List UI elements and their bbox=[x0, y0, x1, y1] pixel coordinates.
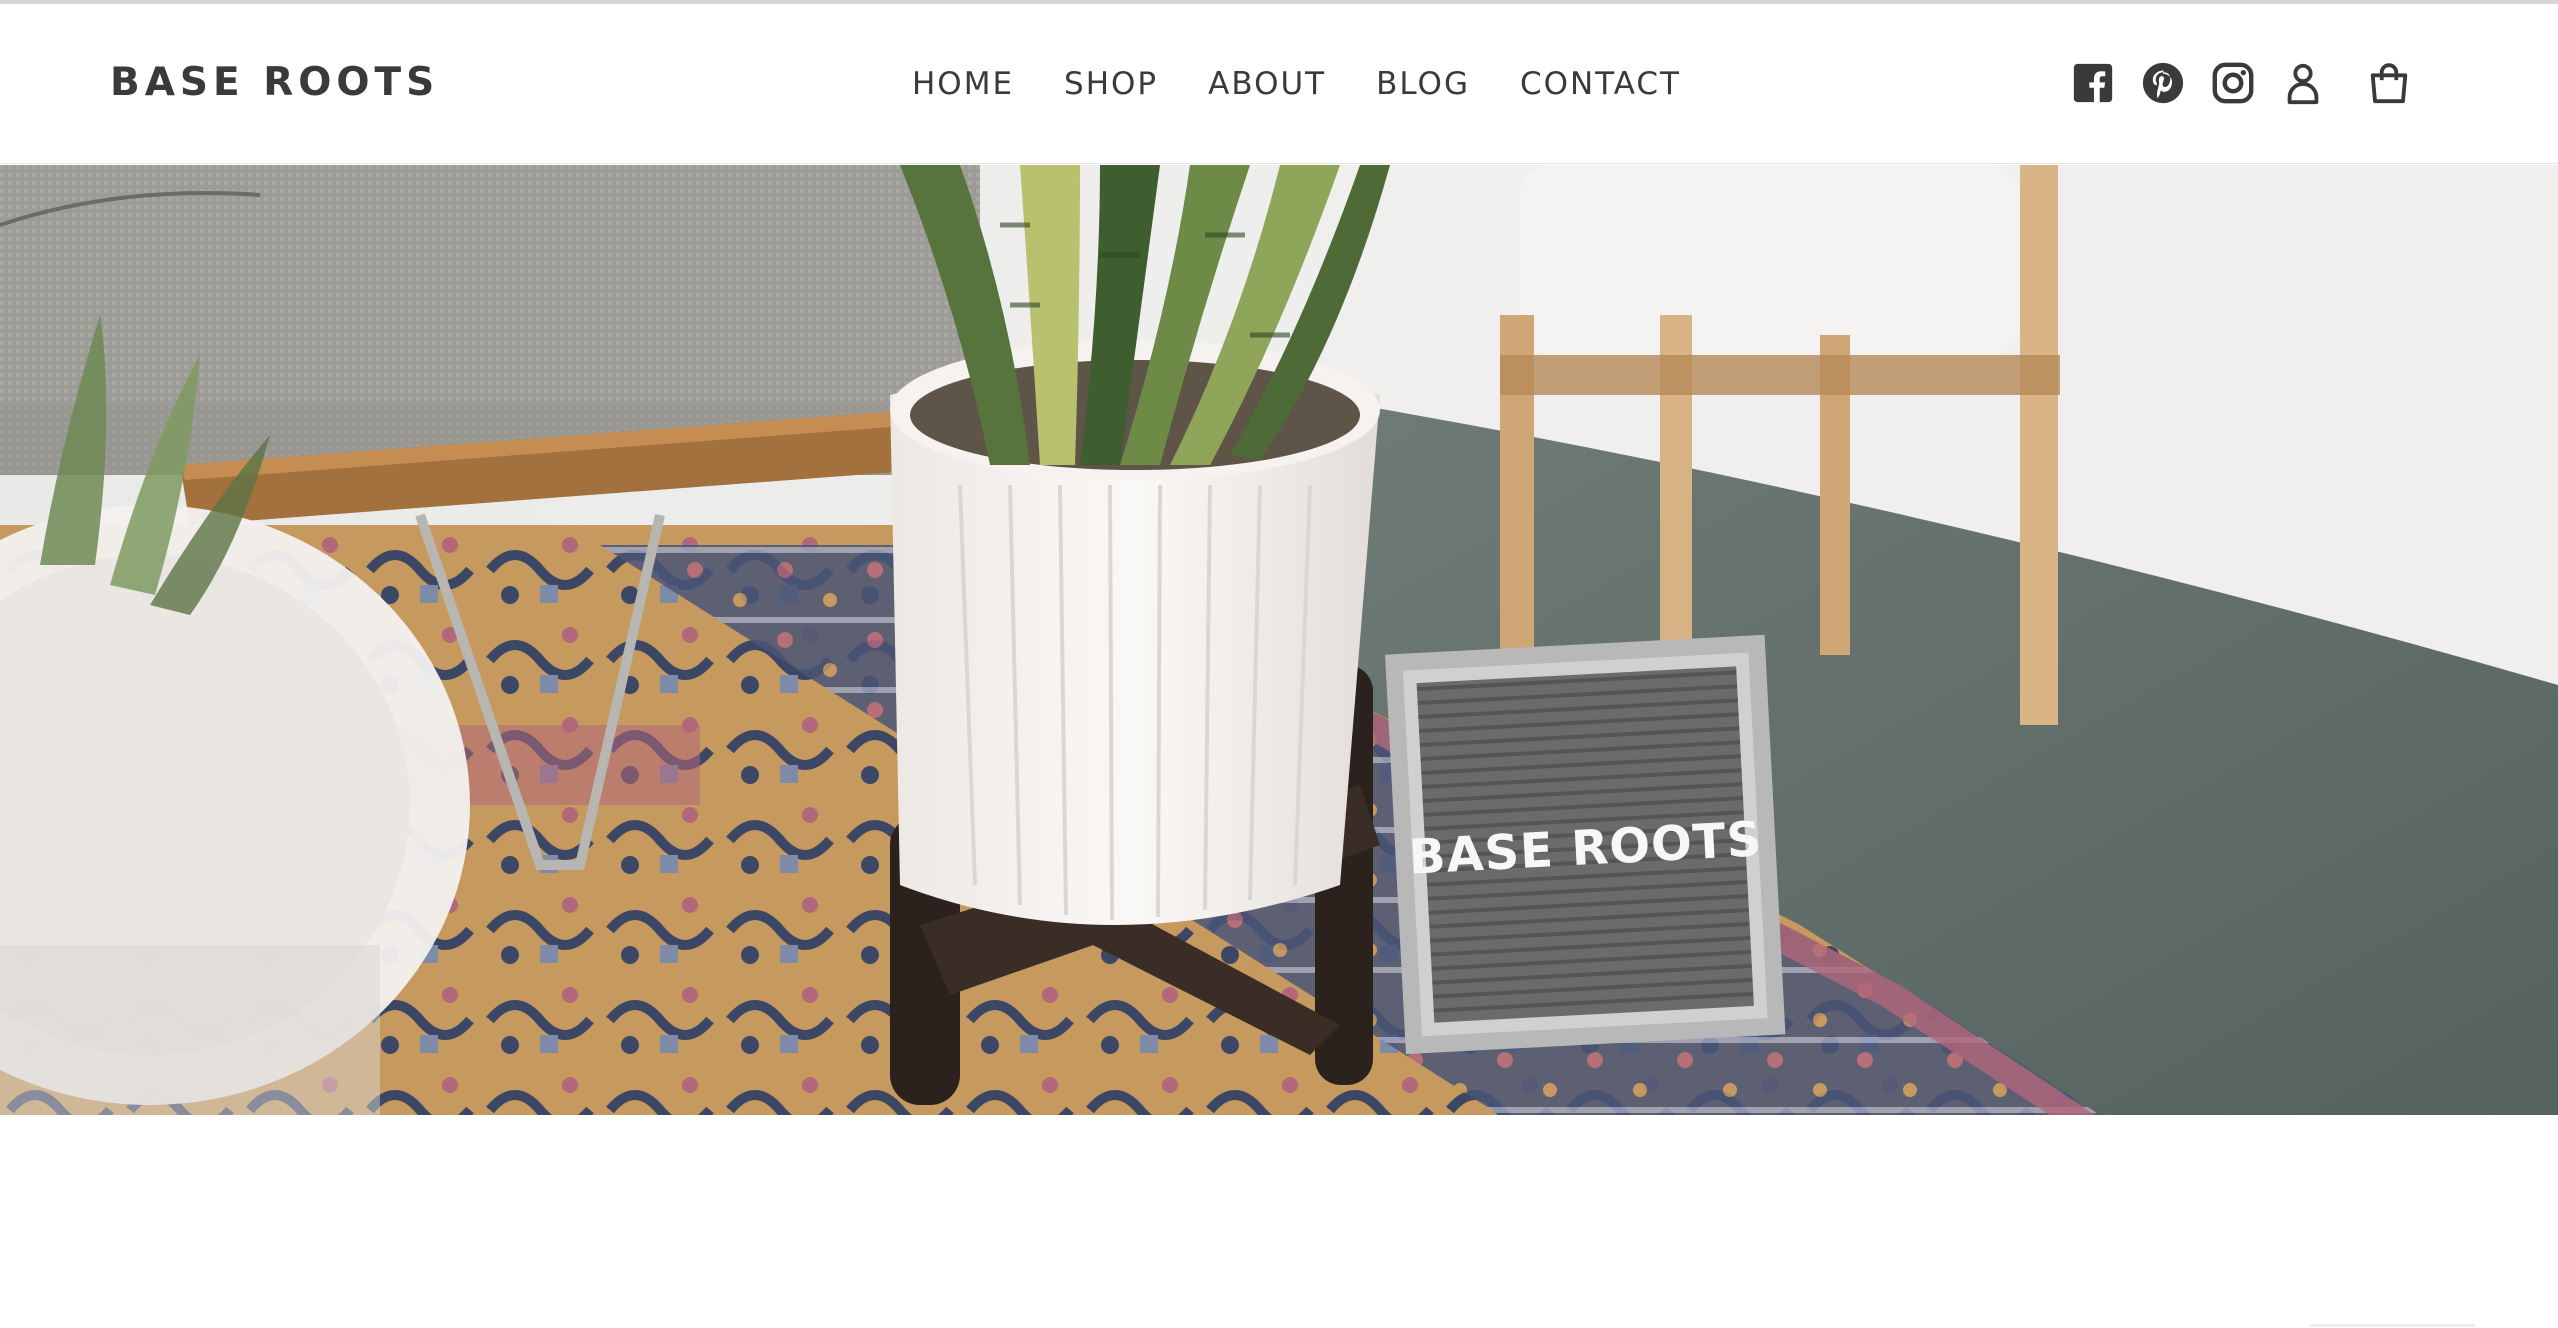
page: BASE ROOTS HOME SHOP ABOUT BLOG CONTACT bbox=[0, 0, 2558, 1328]
hero-image: BASE ROOTS bbox=[0, 165, 2558, 1115]
hero-banner[interactable]: BASE ROOTS bbox=[0, 165, 2558, 1115]
nav-item-shop[interactable]: SHOP bbox=[1064, 66, 1158, 102]
facebook-icon[interactable] bbox=[2070, 60, 2116, 106]
content-area bbox=[0, 1115, 2558, 1328]
pinterest-icon[interactable] bbox=[2140, 60, 2186, 106]
nav-item-contact[interactable]: CONTACT bbox=[1520, 66, 1681, 102]
site-logo[interactable]: BASE ROOTS bbox=[110, 60, 439, 105]
main-nav: HOME SHOP ABOUT BLOG CONTACT bbox=[912, 66, 1681, 102]
header-icons bbox=[2070, 60, 2412, 106]
cart-icon[interactable] bbox=[2366, 60, 2412, 106]
nav-item-blog[interactable]: BLOG bbox=[1376, 66, 1470, 102]
account-icon[interactable] bbox=[2280, 60, 2326, 106]
nav-item-about[interactable]: ABOUT bbox=[1208, 66, 1326, 102]
instagram-icon[interactable] bbox=[2210, 60, 2256, 106]
nav-item-home[interactable]: HOME bbox=[912, 66, 1014, 102]
site-header: BASE ROOTS HOME SHOP ABOUT BLOG CONTACT bbox=[0, 4, 2558, 164]
partial-element-hint bbox=[2310, 1324, 2475, 1327]
